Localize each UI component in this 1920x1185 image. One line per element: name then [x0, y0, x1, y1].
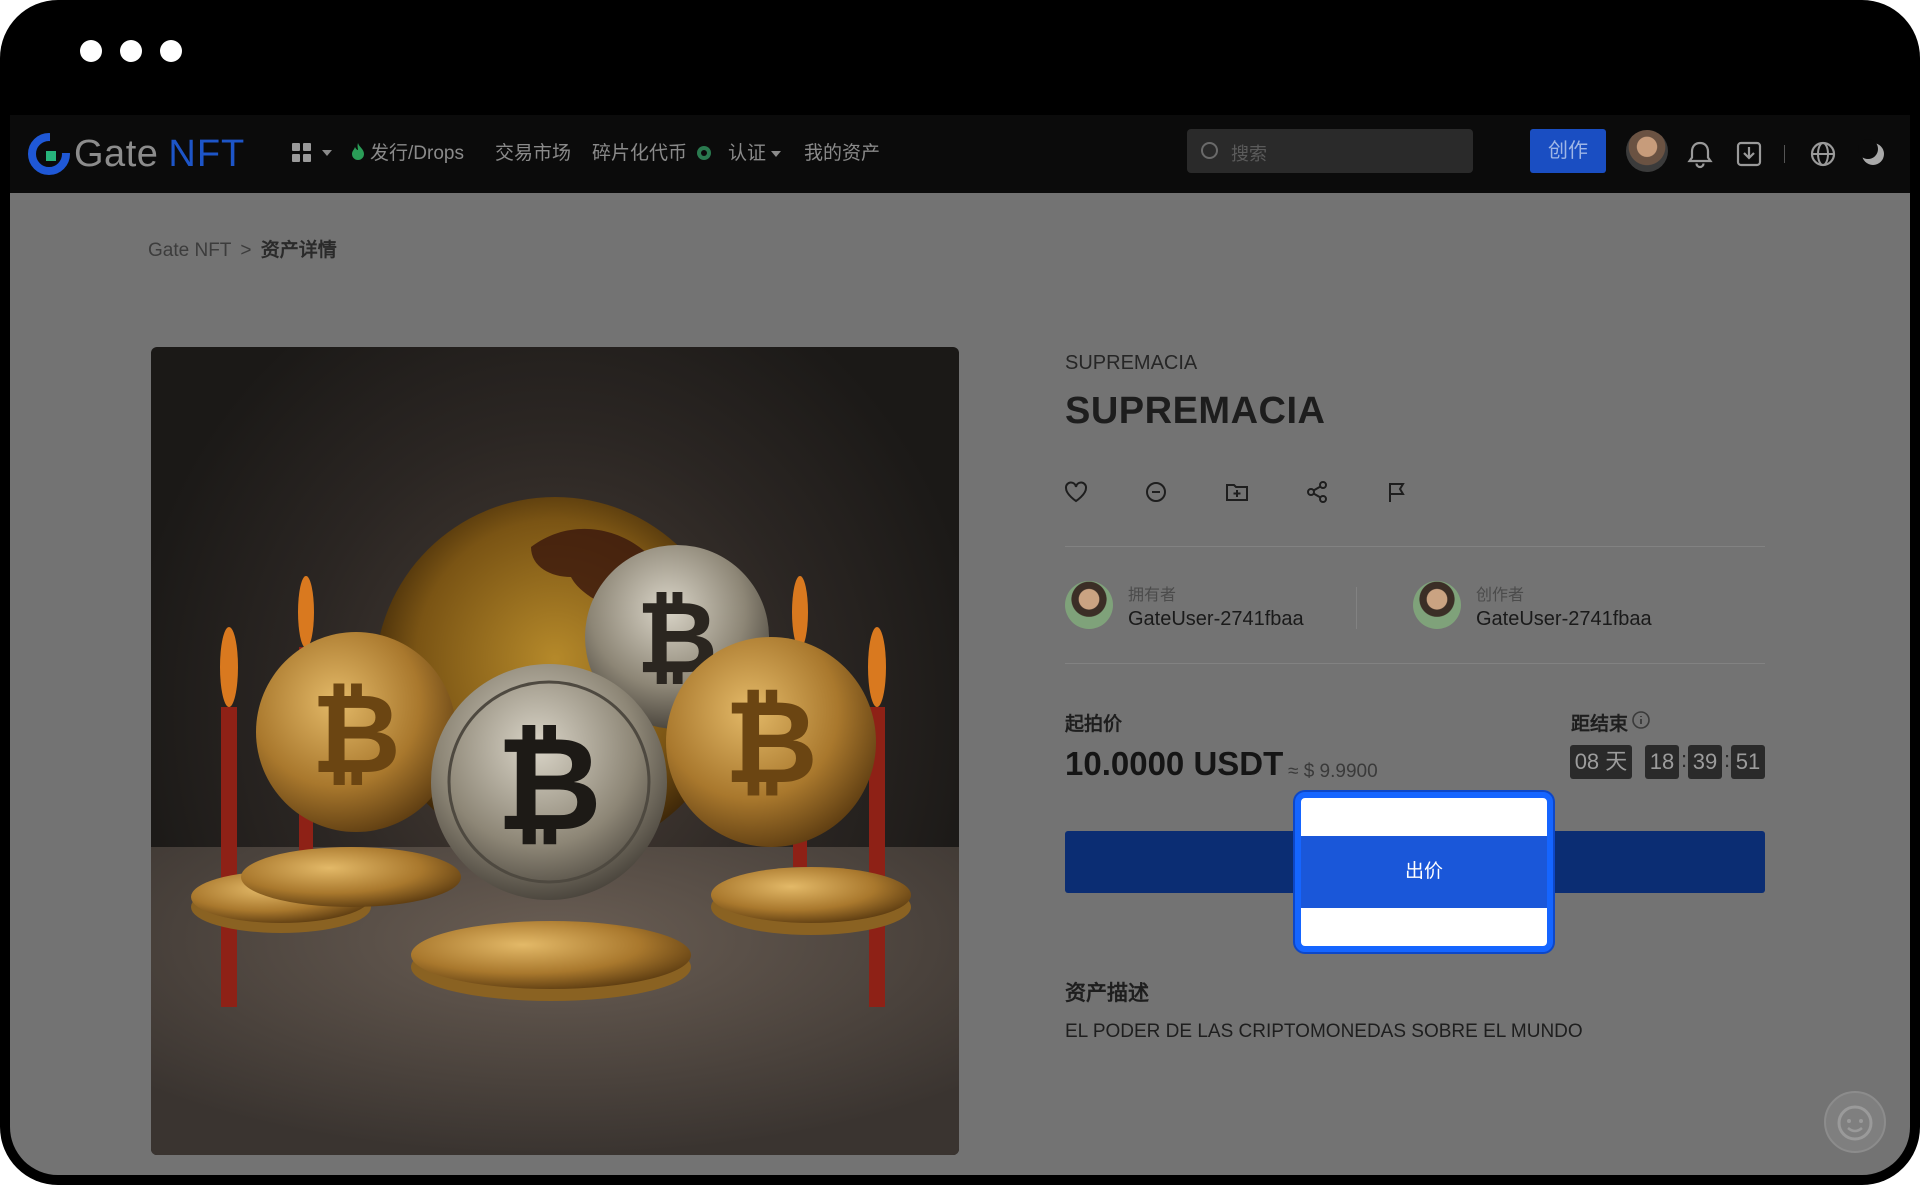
creator-role-label: 创作者: [1476, 587, 1525, 604]
nav-item-label: 我的资产: [804, 143, 881, 164]
nft-artwork-image[interactable]: ₿ ₿ ₿ ₿: [151, 347, 959, 1155]
nav-item-marketplace[interactable]: 交易市场: [495, 139, 571, 169]
countdown-days: 08 天: [1570, 745, 1632, 779]
divider: [1065, 546, 1765, 547]
bid-button-label[interactable]: 出价: [1301, 836, 1547, 908]
countdown-label: 距结束: [1571, 714, 1629, 735]
countdown-minutes: 39: [1688, 745, 1722, 779]
nav-item-label: 交易市场: [495, 143, 572, 164]
window-dot: [160, 40, 182, 62]
support-face-icon: [1837, 1105, 1873, 1141]
theme-toggle-icon[interactable]: [1856, 137, 1890, 171]
creator-avatar[interactable]: [1413, 581, 1461, 629]
countdown-days-unit: 天: [1605, 749, 1628, 774]
logo-nft-text: NFT: [168, 132, 246, 175]
search-placeholder: 搜索: [1231, 144, 1267, 164]
nav-item-label: 认证: [728, 143, 767, 164]
svg-text:₿: ₿: [496, 708, 602, 860]
countdown-separator: :: [1724, 747, 1731, 772]
divider: [1356, 587, 1357, 629]
countdown-separator: :: [1681, 747, 1688, 772]
countdown-days-value: 08: [1574, 749, 1600, 774]
nav-item-label: 发行/Drops: [370, 143, 464, 164]
countdown-seconds: 51: [1731, 745, 1765, 779]
svg-text:₿: ₿: [311, 670, 401, 798]
info-icon[interactable]: [1631, 710, 1651, 730]
search-icon: [1201, 142, 1218, 159]
device-frame: Gate NFT 发行/Drops 交易市场 碎片化代币 认证 我的资产 搜索 …: [0, 0, 1920, 1185]
owner-avatar[interactable]: [1065, 581, 1113, 629]
creator-name-link[interactable]: GateUser-2741fbaa: [1476, 608, 1652, 631]
customer-support-button[interactable]: [1824, 1091, 1886, 1153]
gate-logo-icon: [28, 133, 70, 175]
nav-item-certification[interactable]: 认证: [728, 139, 782, 169]
apps-grid-icon[interactable]: [292, 143, 312, 163]
breadcrumb: Gate NFT > 资产详情: [148, 235, 337, 262]
description-title: 资产描述: [1065, 982, 1149, 1005]
starting-price-label: 起拍价: [1065, 714, 1123, 735]
breadcrumb-separator: >: [240, 240, 252, 261]
nav-item-label: 碎片化代币: [592, 143, 688, 164]
price-usd-value: ≈ $ 9.9900: [1288, 761, 1378, 782]
breadcrumb-current: 资产详情: [260, 240, 337, 261]
browser-viewport: Gate NFT 发行/Drops 交易市场 碎片化代币 认证 我的资产 搜索 …: [10, 115, 1910, 1175]
download-icon[interactable]: [1732, 137, 1766, 171]
bitcoin-coins-artwork: ₿ ₿ ₿ ₿: [151, 497, 959, 1155]
highlighted-bid-button[interactable]: 出价: [1295, 792, 1553, 952]
price-value: 10.0000 USDT: [1065, 745, 1284, 782]
svg-text:₿: ₿: [724, 676, 818, 810]
window-dot: [120, 40, 142, 62]
nav-item-drops[interactable]: 发行/Drops: [350, 139, 464, 169]
countdown-hours: 18: [1645, 745, 1679, 779]
description-text: EL PODER DE LAS CRIPTOMONEDAS SOBRE EL M…: [1065, 1021, 1583, 1042]
logo-text: Gate: [74, 132, 159, 175]
owner-name-link[interactable]: GateUser-2741fbaa: [1128, 608, 1304, 631]
share-icon[interactable]: [1304, 479, 1330, 505]
breadcrumb-root-link[interactable]: Gate NFT: [148, 240, 231, 261]
comment-icon[interactable]: [1143, 479, 1169, 505]
window-dot: [80, 40, 102, 62]
gate-nft-logo[interactable]: Gate NFT: [28, 131, 245, 177]
bell-icon[interactable]: [1683, 137, 1717, 171]
flame-icon: [352, 143, 364, 160]
collection-name-link[interactable]: SUPREMACIA: [1065, 352, 1197, 375]
chevron-down-icon: [322, 150, 332, 156]
globe-icon[interactable]: [1806, 137, 1840, 171]
chevron-down-icon: [771, 150, 782, 157]
create-button[interactable]: 创作: [1530, 129, 1606, 173]
search-input[interactable]: 搜索: [1187, 129, 1473, 173]
nav-divider: [1784, 145, 1785, 163]
user-avatar[interactable]: [1626, 130, 1668, 172]
token-badge-icon: [697, 146, 712, 160]
divider: [1065, 663, 1765, 664]
nav-item-my-assets[interactable]: 我的资产: [804, 139, 880, 169]
add-to-folder-icon[interactable]: [1224, 479, 1250, 505]
nav-item-fractional-token[interactable]: 碎片化代币: [592, 139, 712, 169]
owner-role-label: 拥有者: [1128, 587, 1177, 604]
heart-icon[interactable]: [1063, 479, 1089, 505]
report-flag-icon[interactable]: [1384, 479, 1410, 505]
top-navbar: Gate NFT 发行/Drops 交易市场 碎片化代币 认证 我的资产 搜索 …: [10, 115, 1910, 193]
asset-title: SUPREMACIA: [1065, 390, 1326, 432]
